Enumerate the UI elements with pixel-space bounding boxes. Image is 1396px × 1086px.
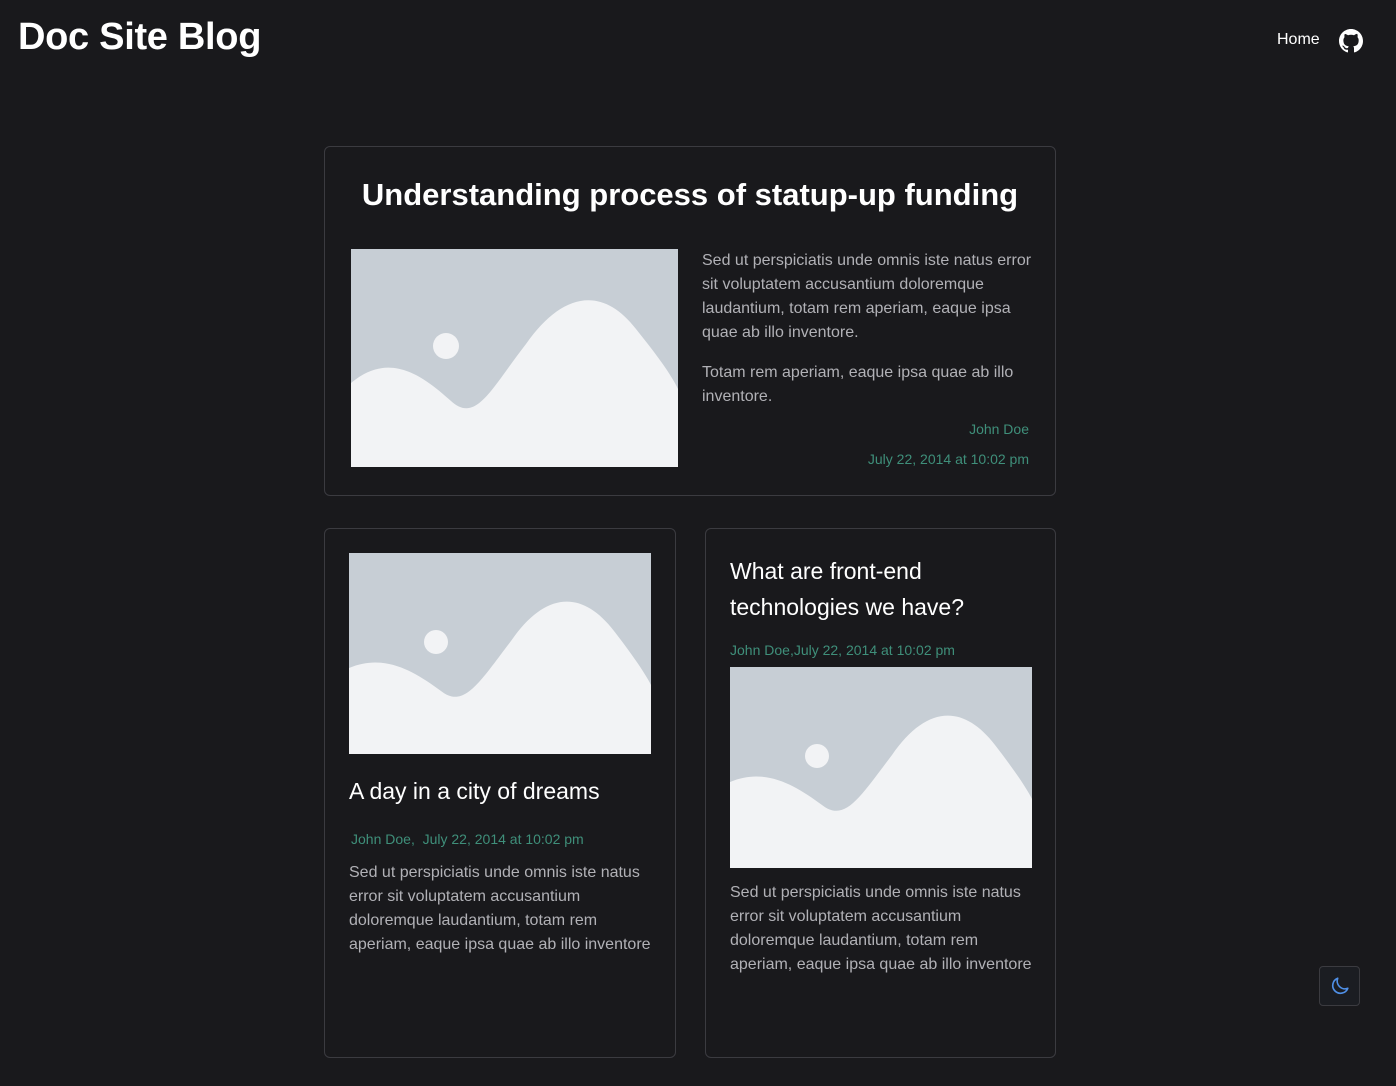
post-title[interactable]: A day in a city of dreams xyxy=(349,778,600,805)
post-date: July 22, 2014 at 10:02 pm xyxy=(793,642,955,658)
image-placeholder-icon xyxy=(351,249,678,467)
site-title[interactable]: Doc Site Blog xyxy=(18,16,261,59)
post-author[interactable]: John Doe xyxy=(351,831,411,847)
post-author[interactable]: John Doe xyxy=(730,642,790,658)
post-card[interactable]: What are front-end technologies we have?… xyxy=(705,528,1056,1058)
featured-post-card[interactable]: Understanding process of statup-up fundi… xyxy=(324,146,1056,496)
featured-post-title[interactable]: Understanding process of statup-up fundi… xyxy=(325,177,1055,213)
theme-toggle-button[interactable] xyxy=(1319,966,1360,1006)
post-card[interactable]: A day in a city of dreams John Doe, July… xyxy=(324,528,676,1058)
featured-paragraph-2: Totam rem aperiam, eaque ipsa quae ab il… xyxy=(702,364,1014,405)
post-excerpt: Sed ut perspiciatis unde omnis iste natu… xyxy=(730,884,1032,973)
image-placeholder-icon xyxy=(349,553,651,754)
featured-paragraph-1: Sed ut perspiciatis unde omnis iste natu… xyxy=(702,252,1032,341)
github-icon[interactable] xyxy=(1339,29,1363,53)
post-meta: John Doe, July 22, 2014 at 10:02 pm xyxy=(351,831,584,847)
post-excerpt: Sed ut perspiciatis unde omnis iste natu… xyxy=(349,864,651,953)
post-date: July 22, 2014 at 10:02 pm xyxy=(422,831,584,847)
featured-post-date: July 22, 2014 at 10:02 pm xyxy=(867,451,1029,467)
post-meta: John Doe,July 22, 2014 at 10:02 pm xyxy=(730,642,955,658)
featured-post-author[interactable]: John Doe xyxy=(969,421,1029,437)
image-placeholder-icon xyxy=(730,667,1032,868)
featured-post-excerpt: Sed ut perspiciatis unde omnis iste natu… xyxy=(702,249,1032,425)
meta-separator: , xyxy=(410,831,415,847)
site-header: Doc Site Blog Home xyxy=(0,0,1396,82)
moon-icon xyxy=(1331,977,1349,995)
post-title[interactable]: What are front-end technologies we have? xyxy=(730,553,1030,625)
nav-home-link[interactable]: Home xyxy=(1277,31,1320,49)
